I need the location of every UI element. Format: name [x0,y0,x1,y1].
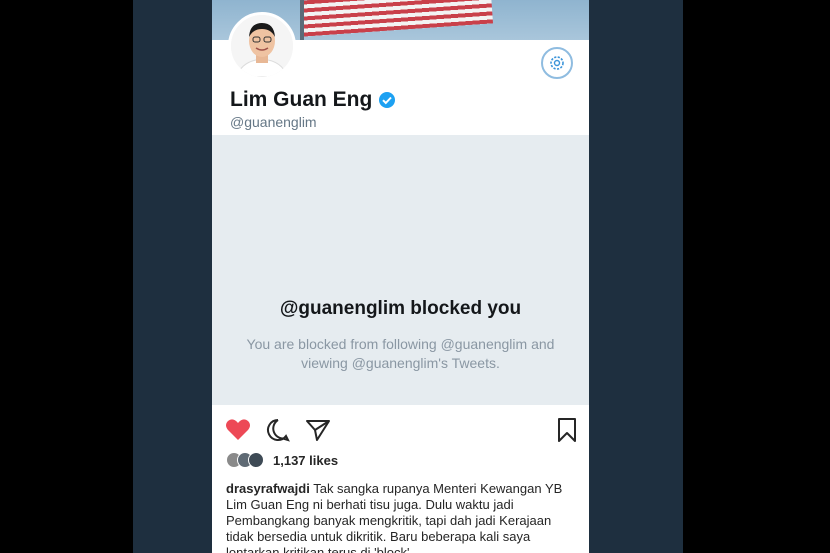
blocked-message: You are blocked from following @guanengl… [246,336,555,371]
share-button[interactable] [304,416,332,444]
comment-icon [267,419,290,442]
like-button[interactable] [224,416,252,444]
flag-pole [300,0,304,40]
liker-avatars [226,452,264,468]
heart-icon [226,419,250,440]
bookmark-icon [558,418,576,442]
post-screenshot: Lim Guan Eng @guanenglim @guanenglim blo… [212,0,589,553]
comment-button[interactable] [264,416,292,444]
liker-avatar [248,452,264,468]
post-action-bar [212,410,589,450]
settings-button[interactable] [541,47,573,79]
post-caption: drasyrafwajdi Tak sangka rupanya Menteri… [226,481,578,553]
gear-icon [550,56,564,70]
send-icon [306,420,330,441]
flag-image [300,0,494,37]
left-letterbox [0,0,133,553]
profile-name-row: Lim Guan Eng [230,88,396,112]
verified-badge-icon [379,92,396,108]
caption-username[interactable]: drasyrafwajdi [226,481,310,496]
save-button[interactable] [553,416,581,444]
blocked-notice: @guanenglim blocked you You are blocked … [212,135,589,405]
likes-row: 1,137 likes [226,452,338,468]
avatar[interactable] [228,12,296,80]
right-letterbox [683,0,830,553]
profile-name: Lim Guan Eng [230,88,373,111]
blocked-title: @guanenglim blocked you [279,298,522,319]
avatar-portrait [231,15,293,77]
likes-count[interactable]: 1,137 likes [273,453,338,468]
profile-handle: @guanenglim [230,114,317,130]
